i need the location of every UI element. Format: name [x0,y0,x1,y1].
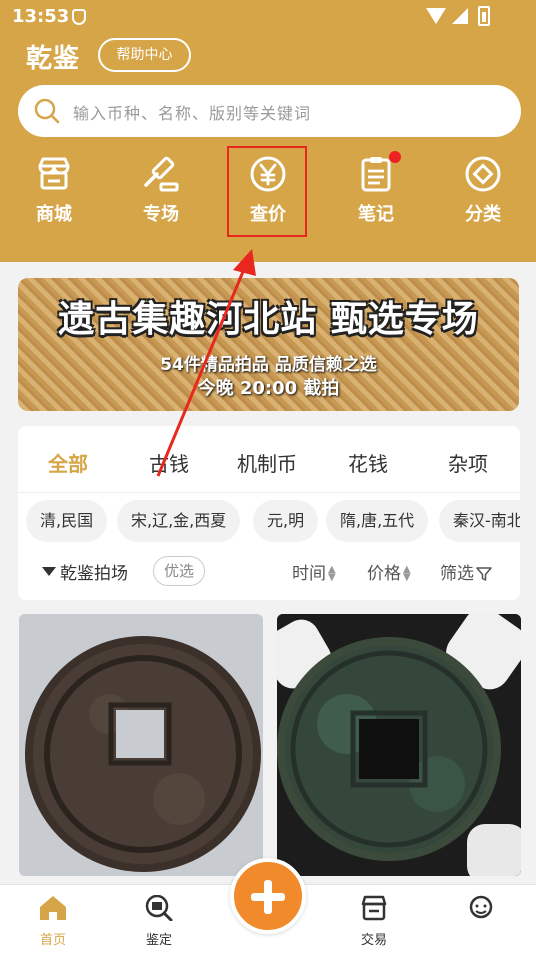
product-card[interactable] [277,614,521,876]
tab-label-home: 首页 [39,933,66,948]
app-title: 乾鉴 [26,44,81,74]
tab-label-trade: 交易 [360,933,387,948]
trade-shop-icon [361,895,387,921]
category-icon [465,156,501,192]
era-chip[interactable]: 清,民国 [26,500,108,542]
auction-hammer-icon [144,156,179,192]
category-tab-machine[interactable]: 机制币 [237,448,297,477]
tab-home[interactable]: 首页 [18,895,88,948]
category-tab-all[interactable]: 全部 [48,448,88,477]
sort-arrows-icon: ▲ ▼ [328,564,336,583]
banner-time: 今晚 20:00 截拍 [197,378,340,399]
tab-appraise[interactable]: 鉴定 [124,894,194,948]
status-time: 13:53 [12,6,70,27]
signal-icon [452,8,468,24]
category-tab-ancient[interactable]: 古钱 [149,448,189,477]
shield-icon [72,9,86,25]
era-chip[interactable]: 元,明 [253,500,319,542]
tab-label-appraise: 鉴定 [145,933,172,948]
help-center-button[interactable]: 帮助中心 [98,38,191,72]
notification-badge [389,151,401,163]
era-chip[interactable]: 秦汉-南北 [439,500,520,542]
sort-time[interactable]: 时间 ▲ ▼ [292,559,336,584]
shop-icon [38,157,70,190]
sort-price[interactable]: 价格 ▲ ▼ [367,559,411,584]
divider [18,492,520,493]
nav-label-notes: 笔记 [358,204,394,225]
category-tab-flower[interactable]: 花钱 [348,448,388,477]
tab-trade[interactable]: 交易 [339,895,409,948]
filter-button[interactable]: 筛选 [440,559,492,584]
dropdown-triangle-icon[interactable] [42,567,56,576]
banner-title: 遗古集趣河北站 甄选专场 [58,299,479,340]
auction-dropdown[interactable]: 乾鉴拍场 [60,559,128,584]
status-icons [426,6,506,26]
filter-label: 筛选 [440,564,474,584]
promo-banner[interactable]: 遗古集趣河北站 甄选专场 54件精品拍品 品质信赖之选 今晚 20:00 截拍 [18,278,519,411]
preferred-tag[interactable]: 优选 [153,556,205,586]
add-button[interactable] [230,858,306,934]
era-chip[interactable]: 宋,辽,金,西夏 [117,500,241,542]
home-icon [40,896,66,920]
nav-item-special[interactable]: 专场 [116,152,206,232]
filter-icon [476,567,492,581]
battery-icon [478,6,490,26]
nav-item-notes[interactable]: 笔记 [331,152,421,232]
sort-time-label: 时间 [292,564,326,584]
search-icon [34,98,60,124]
coin-image [277,614,521,876]
product-card[interactable] [19,614,263,876]
sort-row: 乾鉴拍场 优选 时间 ▲ ▼ 价格 ▲ ▼ 筛选 [18,554,520,590]
nav-label-category: 分类 [465,204,501,225]
nav-label-special: 专场 [143,204,179,225]
search-bar[interactable]: 输入币种、名称、版别等关键词 [18,85,521,137]
era-chip[interactable]: 隋,唐,五代 [326,500,429,542]
wifi-icon [426,8,446,24]
nav-label-shop: 商城 [36,204,72,225]
search-placeholder: 输入币种、名称、版别等关键词 [73,104,312,123]
banner-subtitle: 54件精品拍品 品质信赖之选 [160,355,377,375]
sort-arrows-icon: ▲ ▼ [403,564,411,583]
tab-profile[interactable] [446,895,516,925]
nav-item-category[interactable]: 分类 [438,152,528,232]
filter-card: 全部 古钱 机制币 花钱 杂项 清,民国 宋,辽,金,西夏 元,明 隋,唐,五代… [18,426,520,600]
category-tab-misc[interactable]: 杂项 [448,448,488,477]
coin-image [19,614,263,876]
highlight-box [227,146,307,237]
nav-item-shop[interactable]: 商城 [9,152,99,232]
appraise-magnifier-icon [145,894,173,922]
sort-price-label: 价格 [367,564,401,584]
status-bar: 13:53 [0,0,536,34]
profile-icon [469,895,493,919]
